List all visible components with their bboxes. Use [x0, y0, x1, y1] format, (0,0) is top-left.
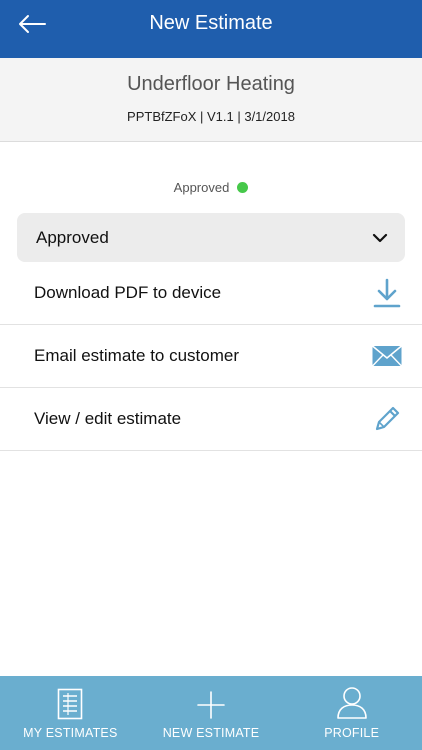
document-list-icon [57, 680, 83, 720]
tab-profile[interactable]: PROFILE [281, 676, 422, 750]
user-icon [336, 680, 368, 720]
email-estimate-label: Email estimate to customer [34, 346, 240, 365]
status-dot-icon [237, 182, 249, 193]
estimate-meta: PPTBfZFoX | V1.1 | 3/1/2018 [127, 109, 295, 124]
email-estimate-row[interactable]: Email estimate to customer [0, 325, 422, 388]
download-icon [370, 276, 404, 310]
status-indicator: Approved [0, 180, 422, 195]
tab-new-estimate-label: NEW ESTIMATE [162, 726, 260, 740]
estimate-screen: New Estimate Underfloor Heating PPTBfZFo… [0, 0, 422, 750]
status-dropdown[interactable]: Approved [17, 213, 405, 262]
tab-new-estimate[interactable]: NEW ESTIMATE [141, 676, 282, 750]
envelope-icon [370, 339, 404, 373]
bottom-tab-bar: MY ESTIMATES NEW ESTIMATE PROFILE [0, 676, 422, 750]
page-title: New Estimate [149, 12, 273, 34]
tab-my-estimates[interactable]: MY ESTIMATES [0, 676, 141, 750]
top-app-bar: New Estimate [0, 0, 422, 58]
chevron-down-icon [372, 233, 388, 242]
download-pdf-row[interactable]: Download PDF to device [0, 262, 422, 325]
view-edit-estimate-label: View / edit estimate [34, 409, 182, 428]
status-dropdown-value: Approved [36, 227, 109, 247]
estimate-header: Underfloor Heating PPTBfZFoX | V1.1 | 3/… [0, 58, 422, 142]
view-edit-estimate-row[interactable]: View / edit estimate [0, 388, 422, 451]
plus-icon [196, 680, 226, 720]
estimate-title: Underfloor Heating [127, 73, 295, 95]
download-pdf-label: Download PDF to device [34, 283, 222, 302]
tab-profile-label: PROFILE [324, 726, 380, 740]
action-list: Download PDF to device Email estimate to… [0, 262, 422, 451]
tab-my-estimates-label: MY ESTIMATES [23, 726, 118, 740]
status-label: Approved [173, 180, 230, 195]
pencil-icon [370, 402, 404, 436]
